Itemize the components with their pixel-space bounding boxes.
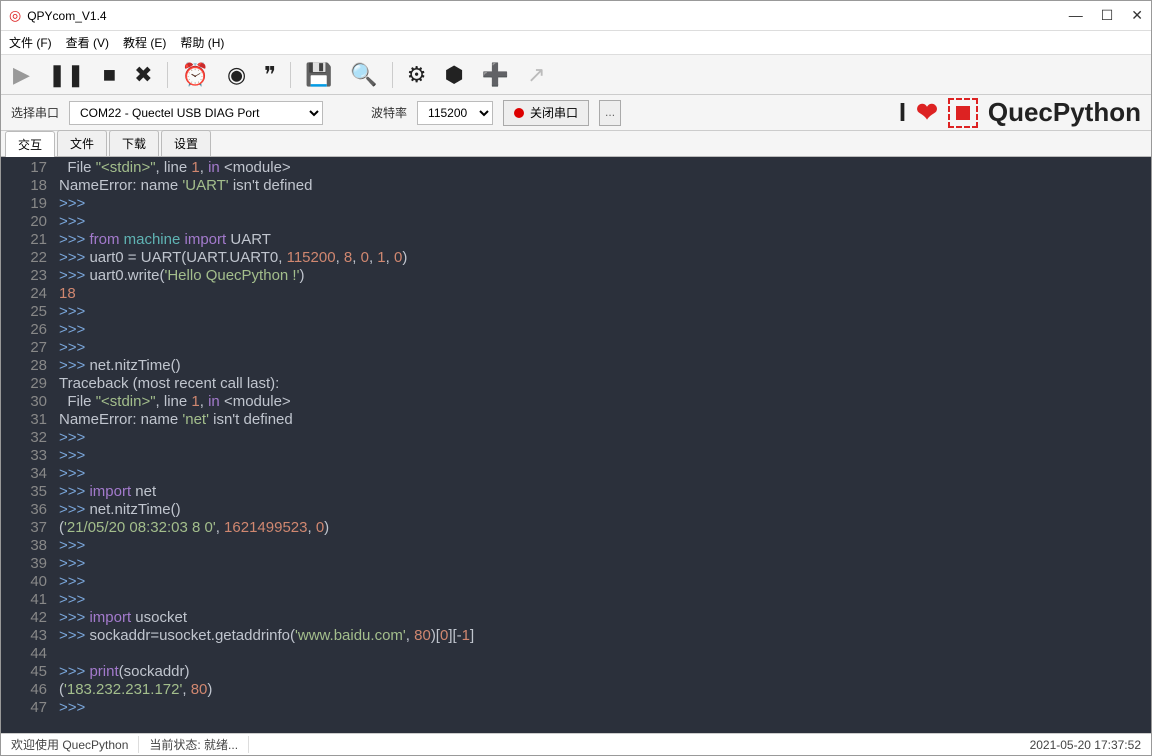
baud-select[interactable]: 115200 <box>417 101 493 125</box>
code-line: 47>>> <box>1 699 1151 717</box>
close-port-label: 关闭串口 <box>530 104 578 121</box>
step-icon[interactable]: ❞ <box>264 62 276 88</box>
code-line: 29Traceback (most recent call last): <box>1 375 1151 393</box>
branding: I ❤ QuecPython <box>899 97 1141 128</box>
code-line: 27>>> <box>1 339 1151 357</box>
play-icon[interactable]: ▶ <box>13 62 30 88</box>
maximize-button[interactable]: ☐ <box>1101 7 1114 24</box>
code-line: 28>>> net.nitzTime() <box>1 357 1151 375</box>
code-line: 39>>> <box>1 555 1151 573</box>
close-port-button[interactable]: 关闭串口 <box>503 100 589 126</box>
share-icon[interactable]: ↗ <box>527 62 545 88</box>
code-line: 2418 <box>1 285 1151 303</box>
cube-icon[interactable]: ⬢ <box>445 62 464 88</box>
code-line: 42>>> import usocket <box>1 609 1151 627</box>
toolbar: ▶ ❚❚ ■ ✖ ⏰ ◉ ❞ 💾 🔍 ⚙ ⬢ ➕ ↗ <box>1 55 1151 95</box>
brand-i: I <box>899 97 906 128</box>
code-line: 23>>> uart0.write('Hello QuecPython !') <box>1 267 1151 285</box>
code-line: 44 <box>1 645 1151 663</box>
app-icon: ◎ <box>9 7 21 24</box>
menu-help[interactable]: 帮助 (H) <box>180 34 224 51</box>
code-line: 41>>> <box>1 591 1151 609</box>
save-icon[interactable]: 💾 <box>305 62 332 88</box>
code-line: 25>>> <box>1 303 1151 321</box>
code-line: 40>>> <box>1 573 1151 591</box>
window-title: QPYcom_V1.4 <box>27 9 1068 23</box>
tab-download[interactable]: 下载 <box>109 130 159 156</box>
code-line: 20>>> <box>1 213 1151 231</box>
tabs: 交互 文件 下载 设置 <box>1 131 1151 157</box>
code-line: 46('183.232.231.172', 80) <box>1 681 1151 699</box>
code-line: 30 File "<stdin>", line 1, in <module> <box>1 393 1151 411</box>
gear-icon[interactable]: ⚙ <box>407 62 427 88</box>
menu-file[interactable]: 文件 (F) <box>9 34 52 51</box>
titlebar: ◎ QPYcom_V1.4 ― ☐ ✕ <box>1 1 1151 31</box>
search-icon[interactable]: 🔍 <box>350 62 377 88</box>
more-button[interactable]: ... <box>599 100 621 126</box>
quecpython-logo-icon <box>948 98 978 128</box>
clock-icon[interactable]: ⏰ <box>182 62 209 88</box>
code-line: 37('21/05/20 08:32:03 8 0', 1621499523, … <box>1 519 1151 537</box>
globe-icon[interactable]: ◉ <box>227 62 246 88</box>
code-line: 19>>> <box>1 195 1151 213</box>
code-line: 36>>> net.nitzTime() <box>1 501 1151 519</box>
menu-tutorial[interactable]: 教程 (E) <box>123 34 166 51</box>
record-dot-icon <box>514 108 524 118</box>
code-line: 18NameError: name 'UART' isn't defined <box>1 177 1151 195</box>
code-line: 32>>> <box>1 429 1151 447</box>
minimize-button[interactable]: ― <box>1069 7 1083 24</box>
serial-port-select[interactable]: COM22 - Quectel USB DIAG Port <box>69 101 323 125</box>
code-line: 22>>> uart0 = UART(UART.UART0, 115200, 8… <box>1 249 1151 267</box>
serial-port-label: 选择串口 <box>11 104 59 121</box>
code-editor[interactable]: 17 File "<stdin>", line 1, in <module>18… <box>1 157 1151 733</box>
menubar: 文件 (F) 查看 (V) 教程 (E) 帮助 (H) <box>1 31 1151 55</box>
code-line: 34>>> <box>1 465 1151 483</box>
cancel-icon[interactable]: ✖ <box>134 62 152 88</box>
code-line: 45>>> print(sockaddr) <box>1 663 1151 681</box>
code-line: 26>>> <box>1 321 1151 339</box>
baud-label: 波特率 <box>371 104 407 121</box>
brand-name: QuecPython <box>988 97 1141 128</box>
status-time: 2021-05-20 17:37:52 <box>1020 738 1151 752</box>
tab-settings[interactable]: 设置 <box>161 130 211 156</box>
code-line: 33>>> <box>1 447 1151 465</box>
code-line: 38>>> <box>1 537 1151 555</box>
port-row: 选择串口 COM22 - Quectel USB DIAG Port 波特率 1… <box>1 95 1151 131</box>
tab-interaction[interactable]: 交互 <box>5 131 55 157</box>
status-welcome: 欢迎使用 QuecPython <box>1 736 139 753</box>
code-line: 43>>> sockaddr=usocket.getaddrinfo('www.… <box>1 627 1151 645</box>
code-line: 21>>> from machine import UART <box>1 231 1151 249</box>
status-state: 当前状态: 就绪... <box>139 736 249 753</box>
pause-icon[interactable]: ❚❚ <box>48 62 85 88</box>
code-line: 31NameError: name 'net' isn't defined <box>1 411 1151 429</box>
heart-icon: ❤ <box>916 97 938 128</box>
close-button[interactable]: ✕ <box>1131 7 1143 24</box>
code-line: 17 File "<stdin>", line 1, in <module> <box>1 159 1151 177</box>
code-line: 35>>> import net <box>1 483 1151 501</box>
statusbar: 欢迎使用 QuecPython 当前状态: 就绪... 2021-05-20 1… <box>1 733 1151 755</box>
tab-files[interactable]: 文件 <box>57 130 107 156</box>
menu-view[interactable]: 查看 (V) <box>66 34 109 51</box>
add-icon[interactable]: ➕ <box>482 62 509 88</box>
stop-icon[interactable]: ■ <box>103 62 116 88</box>
